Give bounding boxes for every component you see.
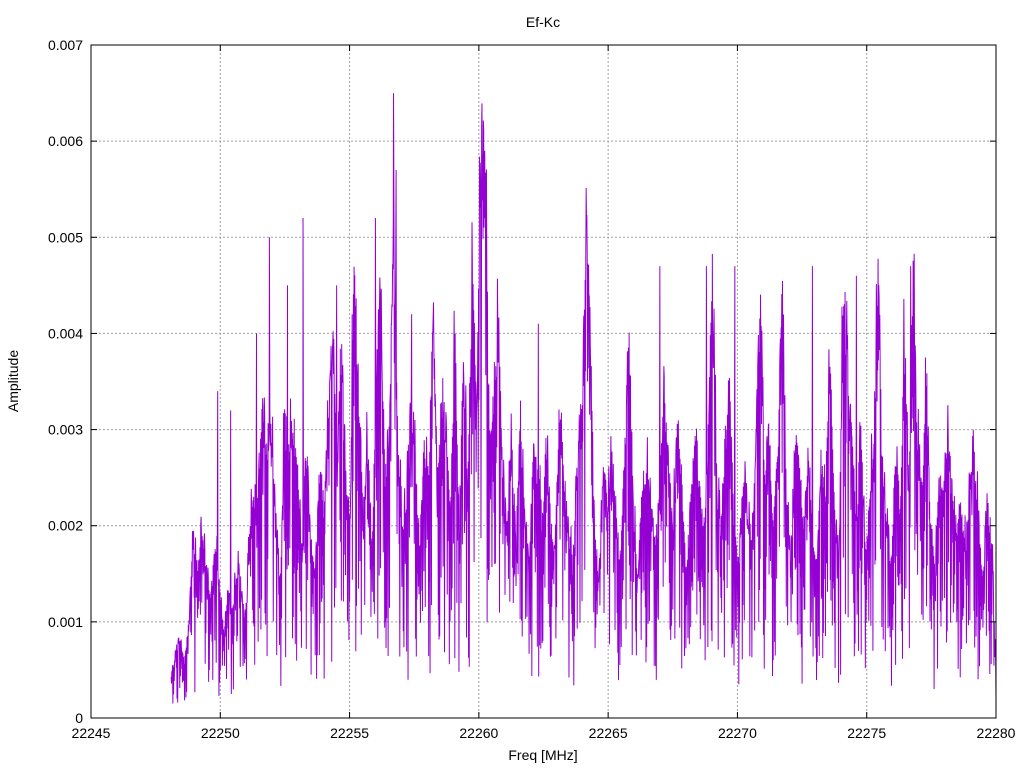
y-tick-label: 0.003: [48, 422, 83, 438]
x-tick-label: 22265: [589, 725, 628, 741]
x-tick-label: 22260: [459, 725, 498, 741]
x-tick-labels: 22245 22250 22255 22260 22265 22270 22275 22280: [72, 725, 1016, 741]
y-axis-label: Amplitude: [5, 350, 21, 412]
series-line: [170, 93, 997, 704]
x-tick-label: 22270: [718, 725, 757, 741]
y-tick-label: 0.002: [48, 518, 83, 534]
y-tick-label: 0.005: [48, 229, 83, 245]
y-tick-label: 0.004: [48, 325, 83, 341]
x-tick-label: 22245: [72, 725, 111, 741]
y-tick-label: 0: [75, 710, 83, 726]
y-tick-labels: 0 0.001 0.002 0.003 0.004 0.005 0.006 0.007: [48, 37, 83, 726]
series-line-group: [170, 93, 997, 704]
x-tick-label: 22255: [330, 725, 369, 741]
x-tick-label: 22275: [847, 725, 886, 741]
chart-title: Ef-Kc: [526, 14, 560, 30]
y-tick-label: 0.007: [48, 37, 83, 53]
x-axis-label: Freq [MHz]: [508, 747, 577, 763]
chart: 22245 22250 22255 22260 22265 22270 22275 22280…: [5, 14, 1016, 763]
x-tick-label: 22280: [977, 725, 1016, 741]
y-tick-label: 0.001: [48, 614, 83, 630]
y-tick-label: 0.006: [48, 133, 83, 149]
x-tick-label: 22250: [201, 725, 240, 741]
